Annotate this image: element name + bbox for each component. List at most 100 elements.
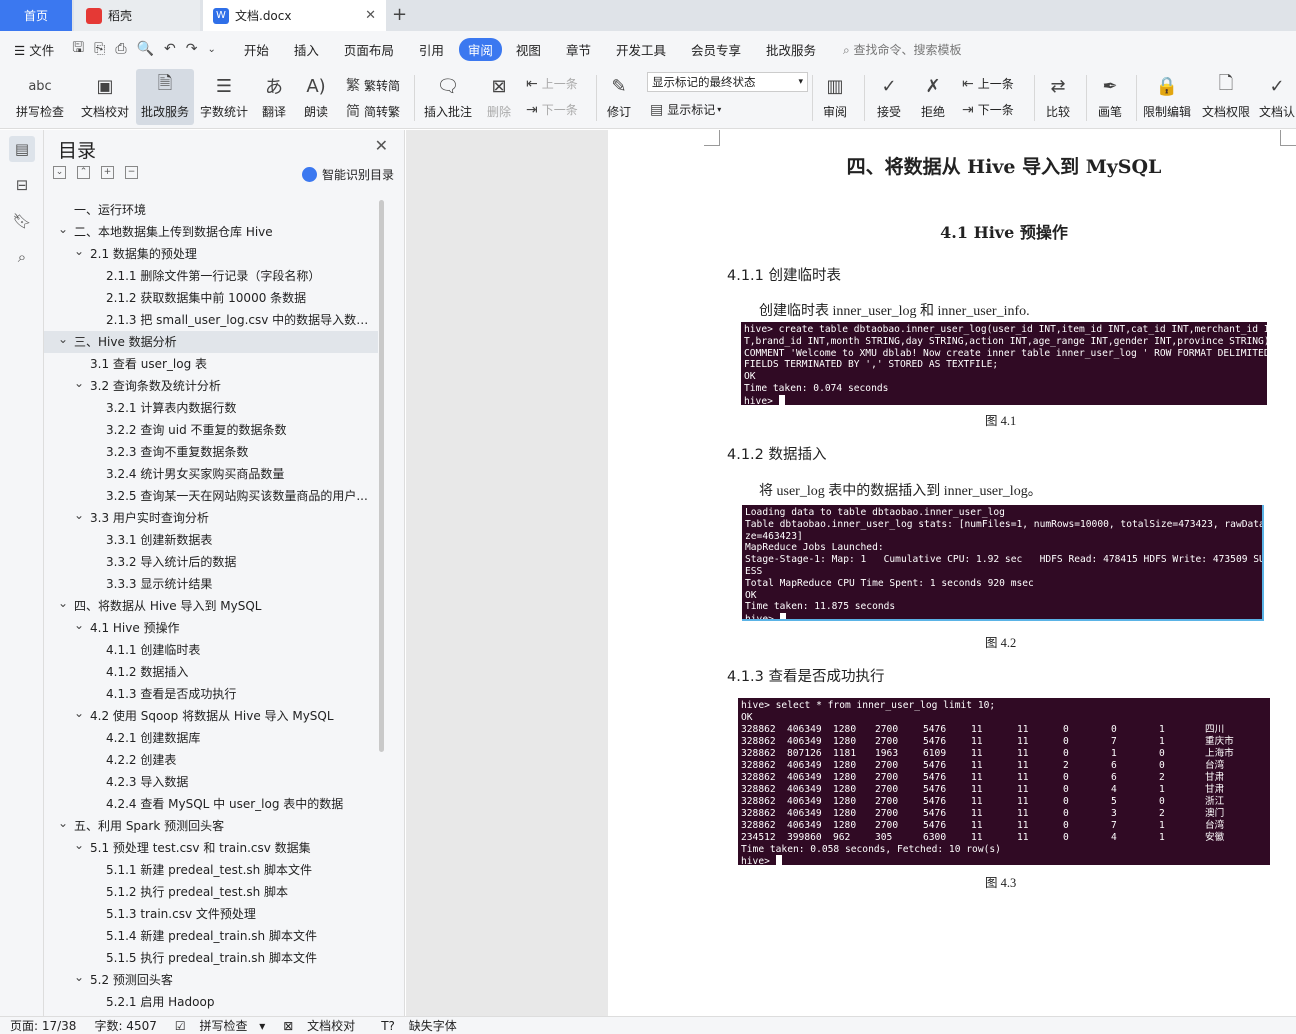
menu-member[interactable]: 会员专享 — [691, 40, 741, 59]
chevron-down-icon[interactable]: ⌄ — [74, 375, 84, 394]
track-changes-button[interactable]: ✎ 修订 — [600, 69, 638, 125]
toc-item[interactable]: 3.2.4 统计男女买家购买商品数量 — [44, 463, 378, 485]
chevron-down-icon[interactable]: ⌄ — [207, 44, 215, 55]
chevron-down-icon[interactable]: ⌄ — [74, 969, 84, 988]
toc-item[interactable]: 3.2.1 计算表内数据行数 — [44, 397, 378, 419]
toc-item[interactable]: ⌄ 二、本地数据集上传到数据仓库 Hive — [44, 221, 378, 243]
tab-daoke[interactable]: 稻壳 — [74, 0, 200, 31]
structure-icon[interactable]: ⊟ — [9, 172, 35, 198]
chevron-down-icon[interactable]: ⌄ — [74, 617, 84, 636]
spellcheck-button[interactable]: abc 拼写检查 — [8, 69, 72, 125]
to-simplified-button[interactable]: 简简转繁 — [346, 101, 400, 121]
proof-status[interactable]: ⊠ 文档校对 — [283, 1017, 363, 1034]
toc-item[interactable]: 5.1.3 train.csv 文件预处理 — [44, 903, 378, 925]
next-comment-button[interactable]: ⇥ 下一条 — [526, 101, 578, 118]
toc-item[interactable]: 5.1.1 新建 predeal_test.sh 脚本文件 — [44, 859, 378, 881]
word-count-indicator[interactable]: 字数: 4507 — [94, 1017, 156, 1034]
undo-icon[interactable]: ↶ — [164, 41, 176, 57]
menu-view[interactable]: 视图 — [516, 40, 541, 59]
preview-icon[interactable]: 🔍 — [137, 41, 154, 57]
bookmark-icon[interactable]: 🔖︎ — [9, 208, 35, 234]
toc-item[interactable]: 4.1.3 查看是否成功执行 — [44, 683, 378, 705]
reject-button[interactable]: ✗ 拒绝 — [914, 69, 952, 125]
toc-item[interactable]: 4.2.1 创建数据库 — [44, 727, 378, 749]
toc-item[interactable]: 4.2.3 导入数据 — [44, 771, 378, 793]
print-icon[interactable]: ⎙ — [115, 41, 126, 57]
doc-proof-button[interactable]: ▣ 文档校对 — [76, 69, 134, 125]
toc-item[interactable]: ⌄ 5.2 预测回头客 — [44, 969, 378, 991]
toc-item[interactable]: 3.3.1 创建新数据表 — [44, 529, 378, 551]
markup-state-select[interactable]: 显示标记的最终状态 ▾ — [647, 72, 808, 92]
toc-item[interactable]: 5.1.5 执行 predeal_train.sh 脚本文件 — [44, 947, 378, 969]
chevron-down-icon[interactable]: ⌄ — [58, 221, 68, 240]
spellcheck-status[interactable]: ☑ 拼写检查 ▾ — [175, 1017, 265, 1034]
expand-icon[interactable]: ⌃ — [77, 166, 90, 179]
menu-chapter[interactable]: 章节 — [566, 40, 591, 59]
menu-review-service[interactable]: 批改服务 — [766, 40, 816, 59]
toc-panel-icon[interactable]: ▤ — [9, 136, 35, 162]
toc-item[interactable]: 4.1.1 创建临时表 — [44, 639, 378, 661]
toc-item[interactable]: 一、运行环境 — [44, 199, 378, 221]
chevron-down-icon[interactable]: ⌄ — [58, 331, 68, 350]
save-icon[interactable]: 🖫 — [72, 37, 84, 61]
chevron-down-icon[interactable]: ⌄ — [74, 837, 84, 856]
translate-button[interactable]: あ 翻译 — [254, 69, 294, 125]
search-icon[interactable]: ⌕ — [9, 244, 35, 270]
chevron-down-icon[interactable]: ⌄ — [74, 705, 84, 724]
remove-icon[interactable]: − — [125, 166, 138, 179]
toc-item[interactable]: 3.2.5 查询某一天在网站购买该数量商品的用户... — [44, 485, 378, 507]
close-icon[interactable]: ✕ — [365, 8, 376, 23]
review-pane-button[interactable]: ▥ 审阅 — [816, 69, 854, 125]
menu-start[interactable]: 开始 — [244, 40, 269, 59]
toc-item[interactable]: 4.1.2 数据插入 — [44, 661, 378, 683]
delete-comment-button[interactable]: ⊠ 删除 — [480, 69, 518, 125]
new-tab-icon[interactable]: + — [392, 4, 407, 25]
next-change-button[interactable]: ⇥ 下一条 — [962, 101, 1014, 118]
toc-item[interactable]: ⌄ 5.1 预处理 test.csv 和 train.csv 数据集 — [44, 837, 378, 859]
command-search[interactable]: ⌕ 查找命令、搜索模板 — [843, 41, 962, 58]
smart-toc-button[interactable]: 智能识别目录 — [301, 166, 394, 183]
toc-item[interactable]: 5.2.1 启用 Hadoop — [44, 991, 378, 1013]
toc-item[interactable]: 3.1 查看 user_log 表 — [44, 353, 378, 375]
toc-item[interactable]: ⌄ 2.1 数据集的预处理 — [44, 243, 378, 265]
close-icon[interactable]: ✕ — [375, 136, 388, 155]
compare-button[interactable]: ⇄ 比较 — [1038, 69, 1078, 125]
to-traditional-button[interactable]: 繁繁转简 — [346, 75, 400, 95]
export-icon[interactable]: ⎘ — [94, 41, 105, 57]
menu-insert[interactable]: 插入 — [294, 40, 319, 59]
toc-item[interactable]: ⌄ 三、Hive 数据分析 — [44, 331, 378, 353]
word-count-button[interactable]: ☰ 字数统计 — [196, 69, 252, 125]
toc-item[interactable]: 3.3.2 导入统计后的数据 — [44, 551, 378, 573]
toc-item[interactable]: 2.1.1 删除文件第一行记录（字段名称） — [44, 265, 378, 287]
toc-item[interactable]: 3.2.2 查询 uid 不重复的数据条数 — [44, 419, 378, 441]
toc-item[interactable]: ⌄ 五、利用 Spark 预测回头客 — [44, 815, 378, 837]
read-aloud-button[interactable]: A) 朗读 — [298, 69, 334, 125]
prev-change-button[interactable]: ⇤ 上一条 — [962, 75, 1014, 92]
chevron-down-icon[interactable]: ⌄ — [58, 815, 68, 834]
toc-item[interactable]: 5.1.4 新建 predeal_train.sh 脚本文件 — [44, 925, 378, 947]
accept-button[interactable]: ✓ 接受 — [870, 69, 908, 125]
missing-font-status[interactable]: T? 缺失字体 — [381, 1017, 465, 1034]
chevron-down-icon[interactable]: ⌄ — [74, 243, 84, 262]
menu-layout[interactable]: 页面布局 — [344, 40, 394, 59]
chevron-down-icon[interactable]: ⌄ — [74, 507, 84, 526]
show-markup-button[interactable]: ▤ 显示标记 ▾ — [650, 101, 721, 118]
menu-devtools[interactable]: 开发工具 — [616, 40, 666, 59]
chevron-down-icon[interactable]: ⌄ — [58, 595, 68, 614]
toc-item[interactable]: 2.1.3 把 small_user_log.csv 中的数据导入数据... — [44, 309, 378, 331]
toc-item[interactable]: 3.2.3 查询不重复数据条数 — [44, 441, 378, 463]
doc-rights-button[interactable]: 🗋 文档权限 — [1198, 69, 1254, 125]
toc-item[interactable]: 5.1.2 执行 predeal_test.sh 脚本 — [44, 881, 378, 903]
toc-item[interactable]: ⌄ 4.1 Hive 预操作 — [44, 617, 378, 639]
redo-icon[interactable]: ↷ — [186, 41, 198, 57]
file-menu[interactable]: ☰ 文件 — [14, 40, 54, 59]
menu-review[interactable]: 审阅 — [458, 37, 502, 61]
toc-item[interactable]: ⌄ 四、将数据从 Hive 导入到 MySQL — [44, 595, 378, 617]
toc-item[interactable]: 4.2.4 查看 MySQL 中 user_log 表中的数据 — [44, 793, 378, 815]
toc-item[interactable]: 2.1.2 获取数据集中前 10000 条数据 — [44, 287, 378, 309]
add-icon[interactable]: + — [101, 166, 114, 179]
tab-document[interactable]: W 文档.docx ✕ — [203, 0, 386, 31]
restrict-edit-button[interactable]: 🔒 限制编辑 — [1140, 69, 1194, 125]
collapse-all-icon[interactable]: ⌄ — [53, 166, 66, 179]
page-indicator[interactable]: 页面: 17/38 — [10, 1017, 76, 1034]
